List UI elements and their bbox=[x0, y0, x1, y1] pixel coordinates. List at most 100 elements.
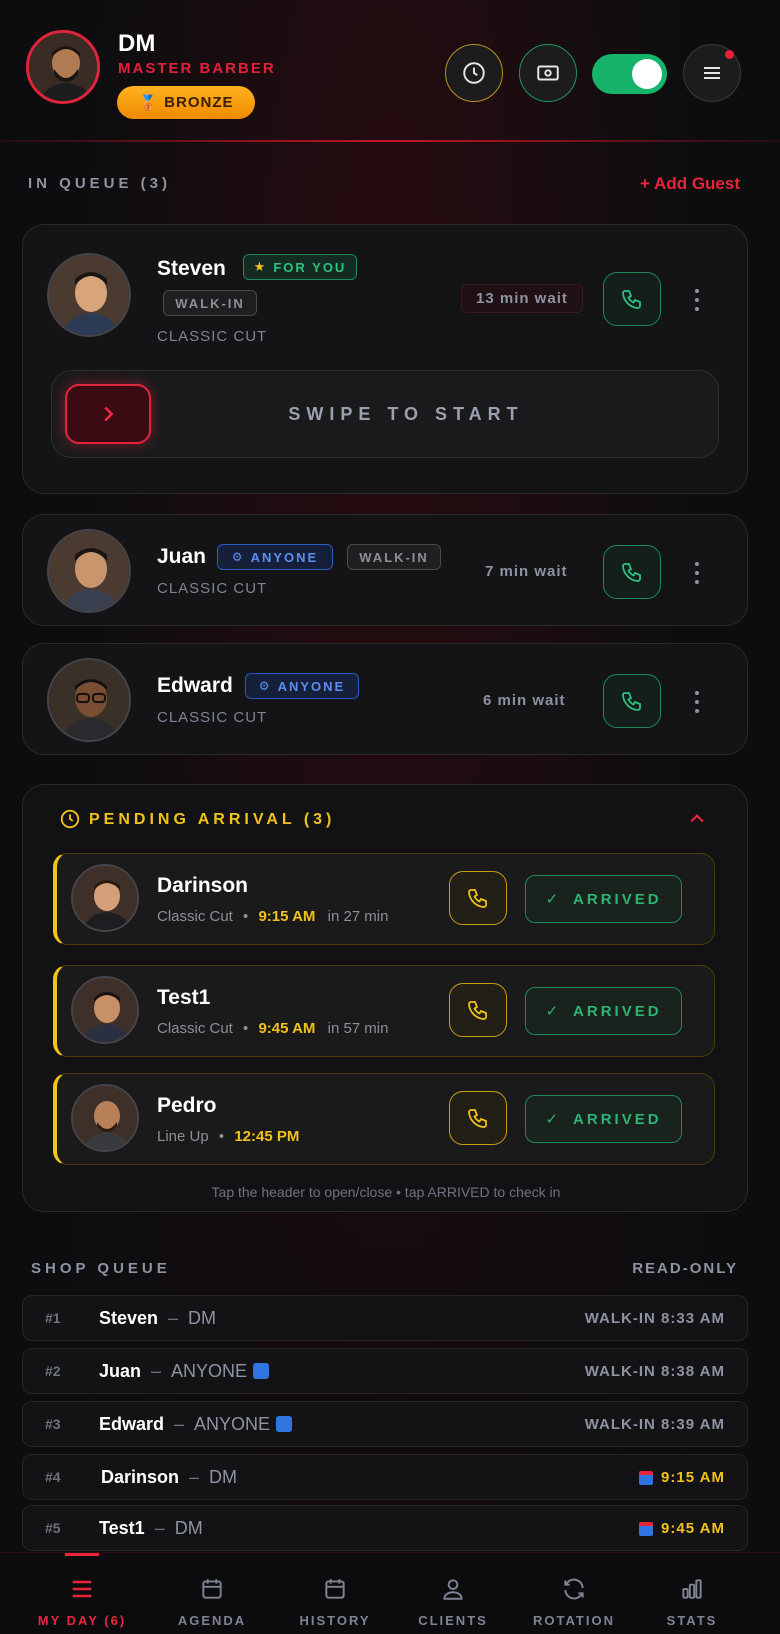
more-options-icon[interactable] bbox=[689, 287, 705, 313]
arrived-button[interactable]: ✓ ARRIVED bbox=[525, 1095, 682, 1143]
phone-icon bbox=[622, 692, 641, 711]
globe-icon: ⚙ bbox=[258, 679, 272, 693]
phone-icon bbox=[468, 1001, 487, 1020]
wait-time: 7 min wait bbox=[485, 563, 568, 580]
shop-queue-row: #3 Edward – ANYONE WALK-IN 8:39 AM bbox=[22, 1401, 748, 1447]
more-options-icon[interactable] bbox=[689, 689, 705, 715]
wait-time: 13 min wait bbox=[461, 284, 583, 313]
bar-chart-icon bbox=[674, 1571, 710, 1607]
shop-queue-row: #5 Test1– DM 9:45 AM bbox=[22, 1505, 748, 1551]
walk-in-tag: WALK-IN bbox=[347, 544, 441, 570]
phone-icon bbox=[622, 290, 641, 309]
call-button[interactable] bbox=[603, 674, 661, 728]
pending-eta: in 57 min bbox=[327, 1020, 389, 1037]
arrived-button[interactable]: ✓ ARRIVED bbox=[525, 987, 682, 1035]
row-number: #5 bbox=[45, 1520, 61, 1536]
row-status: 9:15 AM bbox=[639, 1469, 725, 1486]
tag-label: ANYONE bbox=[277, 678, 346, 694]
menu-button[interactable] bbox=[683, 44, 741, 102]
anyone-tag: ⚙ ANYONE bbox=[217, 544, 333, 570]
anyone-icon bbox=[253, 1363, 270, 1379]
guest-service: CLASSIC CUT bbox=[157, 709, 268, 726]
arrived-label: ARRIVED bbox=[573, 1002, 662, 1020]
phone-icon bbox=[468, 889, 487, 908]
nav-label: HISTORY bbox=[299, 1613, 371, 1628]
call-button[interactable] bbox=[603, 272, 661, 326]
nav-label: ROTATION bbox=[533, 1613, 615, 1628]
clock-button[interactable] bbox=[445, 44, 503, 102]
menu-icon bbox=[64, 1571, 100, 1607]
tag-label: ANYONE bbox=[250, 549, 319, 565]
pending-details: Classic Cut • 9:45 AM in 57 min bbox=[157, 1020, 389, 1037]
calendar-icon bbox=[317, 1571, 353, 1607]
tag-label: FOR YOU bbox=[273, 259, 347, 275]
pending-name: Darinson bbox=[157, 874, 249, 897]
call-button[interactable] bbox=[449, 871, 507, 925]
anyone-tag: ⚙ ANYONE bbox=[245, 673, 359, 699]
queue-card-juan[interactable]: Juan ⚙ ANYONE WALK-IN CLASSIC CUT 7 min … bbox=[22, 514, 748, 626]
notification-dot bbox=[725, 50, 734, 59]
row-number: #1 bbox=[45, 1310, 61, 1326]
pending-details: Line Up • 12:45 PM bbox=[157, 1128, 300, 1145]
add-guest-button[interactable]: + Add Guest bbox=[640, 174, 740, 194]
pending-item: Test1 Classic Cut • 9:45 AM in 57 min ✓ … bbox=[53, 965, 715, 1057]
row-status: 9:45 AM bbox=[639, 1520, 725, 1537]
pending-time: 9:45 AM bbox=[258, 1020, 316, 1037]
row-name: Darinson – DM bbox=[101, 1467, 238, 1487]
row-name: Steven – DM bbox=[99, 1308, 217, 1328]
arrived-label: ARRIVED bbox=[573, 1110, 662, 1128]
nav-label: STATS bbox=[666, 1613, 718, 1628]
pending-name: Test1 bbox=[157, 986, 211, 1009]
person-icon bbox=[435, 1571, 471, 1607]
shop-queue-row: #1 Steven – DM WALK-IN 8:33 AM bbox=[22, 1295, 748, 1341]
pending-hint: Tap the header to open/close • tap ARRIV… bbox=[211, 1184, 561, 1200]
pending-time: 9:15 AM bbox=[258, 908, 316, 925]
nav-rotation[interactable]: ROTATION bbox=[509, 1553, 639, 1634]
guest-avatar bbox=[71, 976, 139, 1044]
cash-button[interactable] bbox=[519, 44, 577, 102]
nav-history[interactable]: HISTORY bbox=[270, 1553, 400, 1634]
guest-avatar bbox=[71, 1084, 139, 1152]
toggle-knob bbox=[632, 59, 662, 89]
row-status: WALK-IN 8:39 AM bbox=[584, 1416, 725, 1433]
header-divider bbox=[0, 140, 780, 142]
clock-icon bbox=[60, 809, 80, 829]
call-button[interactable] bbox=[449, 1091, 507, 1145]
row-name: Edward – ANYONE bbox=[99, 1414, 293, 1435]
pending-eta: in 27 min bbox=[327, 908, 389, 925]
phone-icon bbox=[468, 1109, 487, 1128]
nav-agenda[interactable]: AGENDA bbox=[147, 1553, 277, 1634]
clock-icon bbox=[463, 62, 485, 84]
nav-clients[interactable]: CLIENTS bbox=[388, 1553, 518, 1634]
in-queue-title: IN QUEUE (3) bbox=[28, 175, 172, 192]
arrived-button[interactable]: ✓ ARRIVED bbox=[525, 875, 682, 923]
globe-icon: ⚙ bbox=[231, 550, 245, 564]
shop-queue-row: #4 Darinson – DM 9:15 AM bbox=[22, 1454, 748, 1500]
phone-icon bbox=[622, 563, 641, 582]
arrived-label: ARRIVED bbox=[573, 890, 662, 908]
avatar[interactable] bbox=[26, 30, 100, 104]
call-button[interactable] bbox=[603, 545, 661, 599]
pending-header[interactable]: PENDING ARRIVAL (3) bbox=[23, 785, 749, 855]
queue-card-edward[interactable]: Edward ⚙ ANYONE CLASSIC CUT 6 min wait bbox=[22, 643, 748, 755]
guest-name: Steven bbox=[157, 257, 226, 280]
row-number: #3 bbox=[45, 1416, 61, 1432]
anyone-icon bbox=[276, 1416, 293, 1432]
row-name: Juan – ANYONE bbox=[99, 1361, 270, 1382]
availability-toggle[interactable] bbox=[592, 54, 667, 94]
nav-my-day[interactable]: MY DAY (6) bbox=[17, 1553, 147, 1634]
rank-badge[interactable]: 🥉 BRONZE bbox=[117, 86, 255, 119]
wait-time: 6 min wait bbox=[483, 692, 566, 709]
nav-label: CLIENTS bbox=[418, 1613, 488, 1628]
call-button[interactable] bbox=[449, 983, 507, 1037]
pending-item: Darinson Classic Cut • 9:15 AM in 27 min… bbox=[53, 853, 715, 945]
calendar-icon bbox=[194, 1571, 230, 1607]
guest-name: Edward bbox=[157, 674, 233, 697]
queue-card-steven[interactable]: Steven ★ FOR YOU WALK-IN CLASSIC CUT 13 … bbox=[22, 224, 748, 494]
nav-stats[interactable]: STATS bbox=[627, 1553, 757, 1634]
more-options-icon[interactable] bbox=[689, 560, 705, 586]
swipe-to-start[interactable]: SWIPE TO START bbox=[51, 370, 719, 458]
check-icon: ✓ bbox=[545, 1003, 562, 1020]
barber-name: DM bbox=[118, 30, 156, 57]
pending-arrival-panel: PENDING ARRIVAL (3) Darinson Classic Cut… bbox=[22, 784, 748, 1212]
